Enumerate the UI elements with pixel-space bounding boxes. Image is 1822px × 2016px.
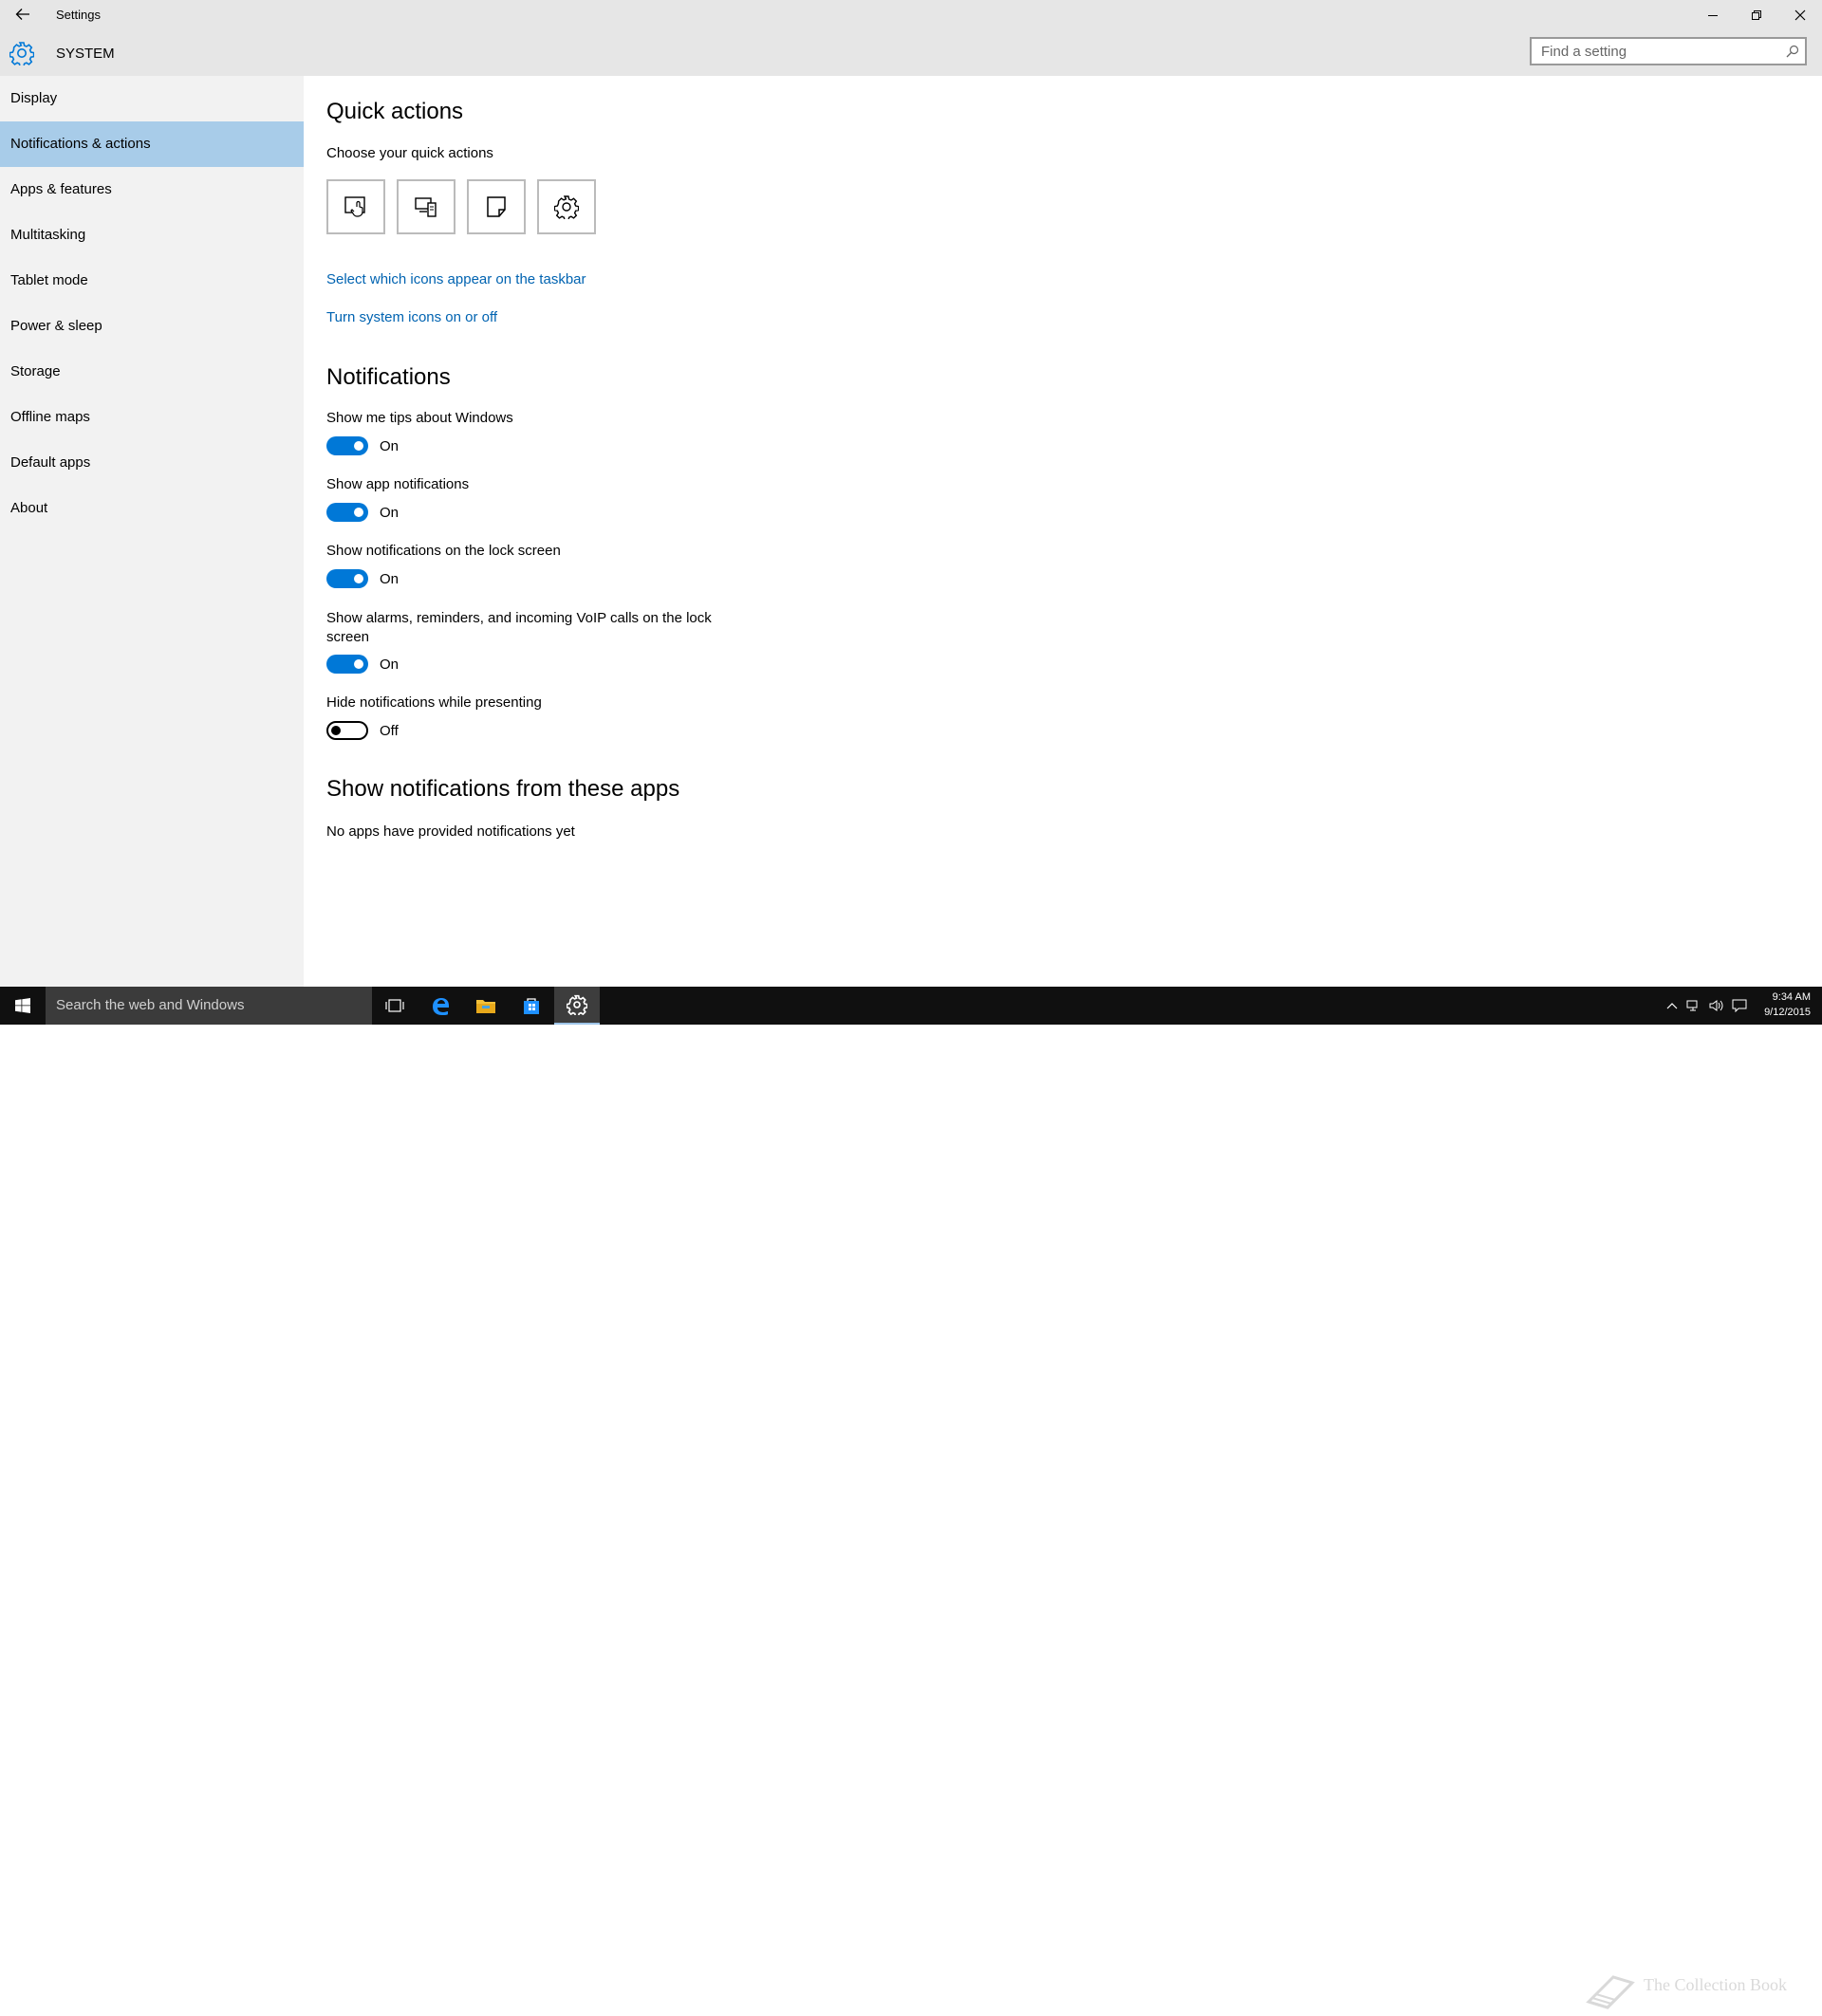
gear-icon [9,42,34,65]
quick-action-all-settings-button[interactable] [537,179,596,234]
settings-gear-icon [567,994,587,1015]
toggle-state-tips: On [380,438,400,454]
sidebar-item-default-apps[interactable]: Default apps [0,440,304,486]
setting-label-tips: Show me tips about Windows [326,410,513,426]
setting-label-lock-screen: Show notifications on the lock screen [326,543,561,559]
toggle-state-app-notifications: On [380,505,400,521]
restore-button[interactable] [1735,0,1778,29]
action-center-icon [1732,999,1747,1012]
taskbar-search-box[interactable]: Search the web and Windows [46,987,372,1025]
toggle-app-notifications[interactable] [326,503,368,522]
sidebar-item-multitasking[interactable]: Multitasking [0,213,304,258]
setting-label-app-notifications: Show app notifications [326,476,470,492]
sidebar-item-apps-features[interactable]: Apps & features [0,167,304,213]
action-center-button[interactable] [1729,987,1750,1025]
setting-label-alarms-voip: Show alarms, reminders, and incoming VoI… [326,610,712,645]
setting-label-hide-presenting: Hide notifications while presenting [326,694,542,711]
store-button[interactable] [509,987,554,1025]
search-box[interactable] [1530,37,1807,65]
network-tray-button[interactable] [1683,987,1704,1025]
toggle-state-lock-screen: On [380,571,400,587]
volume-tray-button[interactable] [1706,987,1727,1025]
file-explorer-icon [476,1000,495,1013]
sidebar-item-about[interactable]: About [0,486,304,531]
back-arrow-icon [15,9,29,20]
sidebar: Display Notifications & actions Apps & f… [0,76,304,987]
task-view-icon [385,999,404,1012]
toggle-tips[interactable] [326,436,368,455]
minimize-icon [1708,14,1718,16]
app-section-title: SYSTEM [56,46,115,62]
toggle-hide-presenting[interactable] [326,721,368,740]
apps-notifications-heading: Show notifications from these apps [326,776,680,802]
taskbar-clock[interactable]: 9:34 AM 9/12/2015 [1754,990,1811,1020]
window-title: Settings [56,8,101,22]
tablet-mode-icon [344,196,365,217]
quick-action-note-button[interactable] [467,179,526,234]
toggle-lock-screen[interactable] [326,569,368,588]
close-button[interactable] [1778,0,1822,29]
clock-date: 9/12/2015 [1764,1007,1811,1018]
quick-actions-heading: Quick actions [326,99,464,124]
title-bar: Settings [0,0,1822,29]
sidebar-item-offline-maps[interactable]: Offline maps [0,395,304,440]
quick-actions-subheading: Choose your quick actions [326,145,493,161]
edge-browser-button[interactable] [418,987,463,1025]
sidebar-item-notifications-actions[interactable]: Notifications & actions [0,121,304,167]
start-button[interactable] [0,987,46,1025]
volume-icon [1709,1000,1723,1011]
note-icon [487,196,506,217]
file-explorer-button[interactable] [463,987,509,1025]
search-icon[interactable] [1786,45,1799,58]
clock-time: 9:34 AM [1772,991,1811,1003]
edge-browser-icon [433,998,449,1015]
minimize-button[interactable] [1691,0,1735,29]
sidebar-item-power-sleep[interactable]: Power & sleep [0,304,304,349]
store-icon [524,998,539,1014]
task-view-button[interactable] [372,987,418,1025]
toggle-state-alarms-voip: On [380,657,400,673]
network-icon [1686,1000,1698,1011]
back-button[interactable] [8,3,38,26]
select-taskbar-icons-link[interactable]: Select which icons appear on the taskbar [326,271,586,287]
watermark-logo: The Collection Book [1585,1971,1787,2011]
show-hidden-icons-button[interactable] [1663,987,1682,1025]
quick-action-tablet-mode-button[interactable] [326,179,385,234]
windows-logo-icon [15,998,30,1013]
taskbar: Search the web and Windows The Collectio… [0,987,1822,2009]
book-icon [1586,1975,1635,2009]
sidebar-item-display[interactable]: Display [0,76,304,121]
chevron-up-icon [1666,1003,1678,1009]
notifications-heading: Notifications [326,364,451,390]
sidebar-item-tablet-mode[interactable]: Tablet mode [0,258,304,304]
settings-taskbar-button[interactable] [554,987,600,1025]
system-icons-link[interactable]: Turn system icons on or off [326,309,497,325]
restore-icon [1752,9,1761,20]
toggle-state-hide-presenting: Off [380,723,399,739]
watermark-text: The Collection Book [1644,1975,1787,1994]
all-settings-icon [554,195,579,219]
quick-action-connect-button[interactable] [397,179,456,234]
no-apps-message: No apps have provided notifications yet [326,823,575,840]
close-icon [1794,9,1806,20]
search-input[interactable] [1541,44,1778,60]
toggle-alarms-voip[interactable] [326,655,368,674]
connect-icon [415,197,437,217]
sidebar-item-storage[interactable]: Storage [0,349,304,395]
